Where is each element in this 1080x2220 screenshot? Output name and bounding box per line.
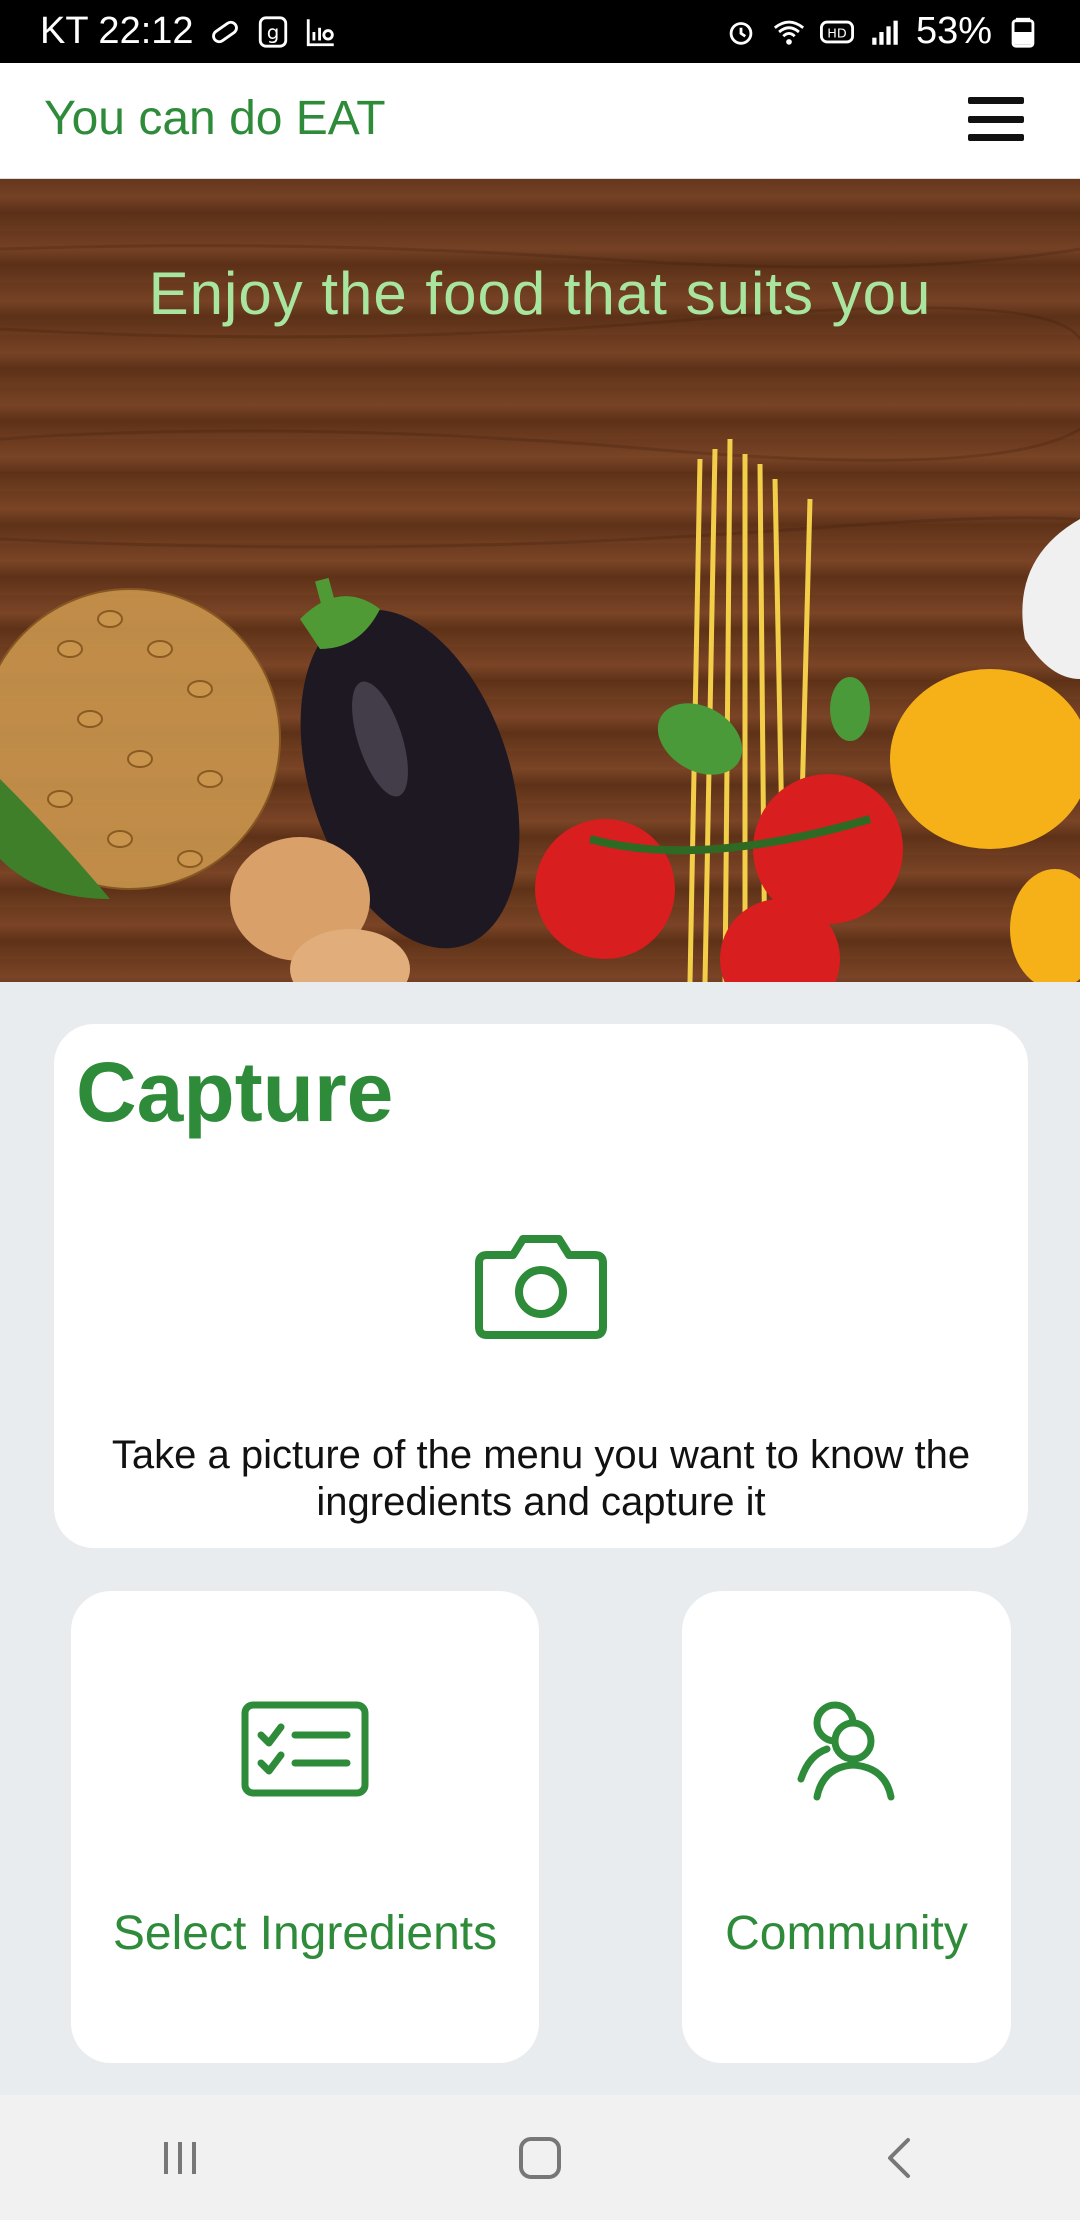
hamburger-menu-icon[interactable] [968,97,1024,141]
tomatoes [535,774,903,982]
chart-search-icon [304,15,338,49]
svg-text:HD: HD [827,26,847,41]
checklist-icon [241,1701,369,1797]
hero-banner: Enjoy the food that suits you [0,179,1080,982]
signal-icon [868,15,902,49]
capture-description: Take a picture of the menu you want to k… [111,1433,971,1524]
capture-card[interactable]: Capture Take a picture of the menu you w… [54,1024,1028,1548]
back-icon[interactable] [860,2118,940,2198]
app-bar: You can do EAT [0,63,1080,179]
svg-text:g: g [266,21,279,44]
community-label: Community [725,1907,968,1960]
camera-icon [475,1235,607,1339]
home-icon[interactable] [500,2118,580,2198]
recents-icon[interactable] [140,2118,220,2198]
community-card[interactable]: Community [682,1591,1011,2063]
app-title: You can do EAT [44,92,386,145]
g-app-icon: g [256,15,290,49]
select-ingredients-label: Select Ingredients [112,1907,498,1960]
system-nav-bar [0,2095,1080,2220]
hd-icon: HD [819,15,854,49]
carrier-time: KT 22:12 [40,10,194,52]
menu-line [968,134,1024,141]
hero-tagline: Enjoy the food that suits you [148,260,932,327]
status-bar: KT 22:12 g HD 53% [0,0,1080,63]
pill-icon [208,15,242,49]
yellow-pepper [890,669,1080,982]
community-icon [797,1701,895,1801]
wifi-icon [772,15,806,49]
capture-title: Capture [76,1045,394,1139]
battery-icon [1006,15,1040,49]
alarm-icon [724,15,758,49]
battery-percent: 53% [915,10,992,52]
select-ingredients-card[interactable]: Select Ingredients [71,1591,539,2063]
status-right: HD 53% [724,10,1040,53]
menu-line [968,97,1024,104]
status-left: KT 22:12 g [40,10,338,53]
menu-line [968,115,1024,123]
